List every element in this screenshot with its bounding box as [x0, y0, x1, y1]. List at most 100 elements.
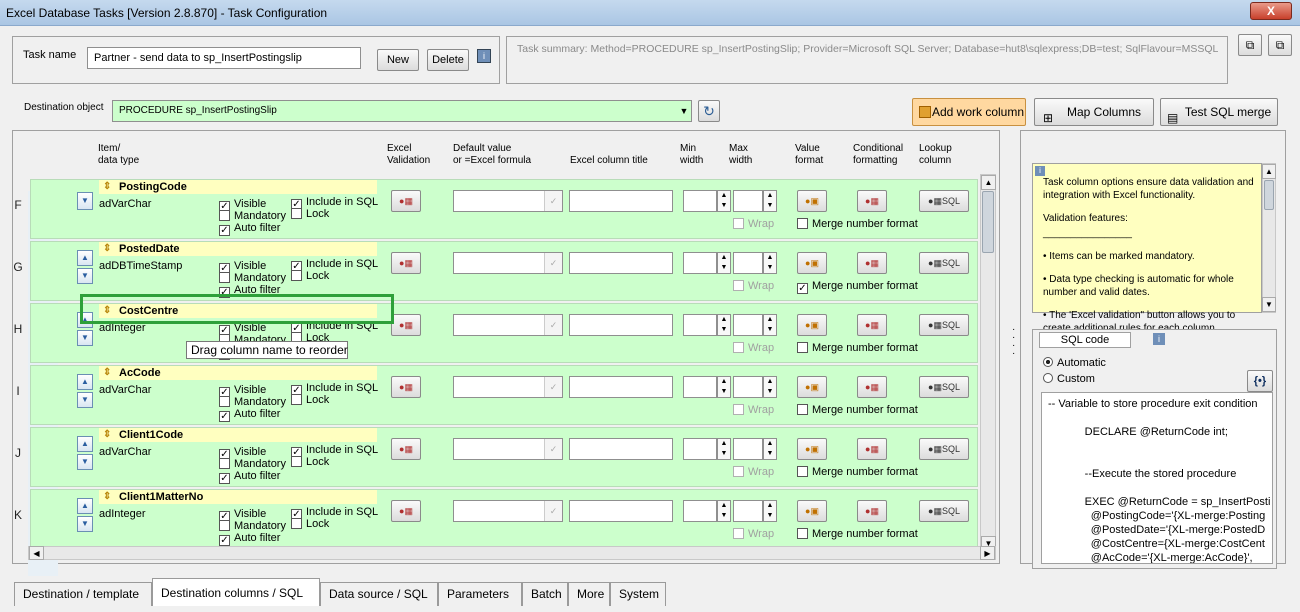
lookup-column-button[interactable]: ●▦SQL — [919, 438, 969, 460]
wrap-checkbox[interactable]: Wrap — [733, 466, 774, 478]
conditional-formatting-button[interactable]: ●▦ — [857, 252, 887, 274]
tab-system[interactable]: System — [610, 582, 666, 606]
chevron-down-icon[interactable]: ✓ — [544, 315, 562, 335]
info-icon[interactable]: i — [1153, 333, 1165, 345]
auto-filter-checkbox[interactable]: ✓ Auto filter — [219, 532, 280, 546]
move-down-icon[interactable]: ▼ — [77, 192, 93, 210]
merge-number-format-checkbox[interactable]: Merge number format — [797, 466, 918, 478]
min-width-spinner[interactable]: ▲ ▼ — [717, 252, 731, 274]
excel-column-title-input[interactable] — [569, 438, 673, 460]
scroll-up-icon[interactable]: ▲ — [981, 175, 996, 190]
new-button[interactable]: New — [377, 49, 419, 71]
value-format-button[interactable]: ●▣ — [797, 376, 827, 398]
lock-checkbox[interactable]: Lock — [291, 394, 329, 406]
field-name[interactable]: ⇕ Client1Code — [99, 428, 377, 442]
sql-code-tab[interactable]: SQL code — [1039, 332, 1131, 348]
wrap-checkbox[interactable]: Wrap — [733, 342, 774, 354]
excel-validation-button[interactable]: ●▦ — [391, 252, 421, 274]
task-name-input[interactable]: Partner - send data to sp_InsertPostings… — [87, 47, 361, 69]
max-width-input[interactable] — [733, 252, 763, 274]
field-name[interactable]: ⇕ PostingCode — [99, 180, 377, 194]
min-width-input[interactable] — [683, 500, 717, 522]
destination-object-select[interactable]: PROCEDURE sp_InsertPostingSlip — [112, 100, 692, 122]
wrap-checkbox[interactable]: Wrap — [733, 528, 774, 540]
lock-checkbox[interactable]: Lock — [291, 270, 329, 282]
move-up-icon[interactable]: ▲ — [77, 436, 93, 452]
excel-validation-button[interactable]: ●▦ — [391, 376, 421, 398]
lock-checkbox[interactable]: Lock — [291, 456, 329, 468]
tab-batch[interactable]: Batch — [522, 582, 568, 606]
default-value-combo[interactable]: ✓ — [453, 252, 563, 274]
excel-validation-button[interactable]: ●▦ — [391, 190, 421, 212]
map-columns-button[interactable]: ⊞ Map Columns — [1034, 98, 1154, 126]
max-width-spinner[interactable]: ▲ ▼ — [763, 190, 777, 212]
wrap-checkbox[interactable]: Wrap — [733, 280, 774, 292]
min-width-spinner[interactable]: ▲ ▼ — [717, 190, 731, 212]
mandatory-checkbox[interactable]: Mandatory — [219, 272, 286, 284]
max-width-input[interactable] — [733, 314, 763, 336]
help-scrollbar[interactable]: ▲ ▼ — [1262, 163, 1276, 313]
help-scroll-down-icon[interactable]: ▼ — [1262, 297, 1276, 312]
value-format-button[interactable]: ●▣ — [797, 314, 827, 336]
field-name[interactable]: ⇕ AcCode — [99, 366, 377, 380]
min-width-spinner[interactable]: ▲ ▼ — [717, 500, 731, 522]
custom-radio[interactable]: Custom — [1043, 373, 1095, 385]
tab-data-source[interactable]: Data source / SQL — [320, 582, 438, 606]
insert-field-button[interactable]: {•} — [1247, 370, 1273, 392]
sql-code-text[interactable]: -- Variable to store procedure exit cond… — [1041, 392, 1273, 564]
splitter-handle[interactable]: · · · · — [1012, 325, 1016, 366]
min-width-input[interactable] — [683, 190, 717, 212]
merge-number-format-checkbox[interactable]: Merge number format — [797, 218, 918, 230]
merge-number-format-checkbox[interactable]: ✓ Merge number format — [797, 280, 918, 294]
conditional-formatting-button[interactable]: ●▦ — [857, 376, 887, 398]
rows-scrollbar[interactable]: ▲ ▼ — [980, 174, 996, 552]
mandatory-checkbox[interactable]: Mandatory — [219, 520, 286, 532]
tab-destination-columns[interactable]: Destination columns / SQL — [152, 578, 320, 606]
tab-parameters[interactable]: Parameters — [438, 582, 522, 606]
help-scroll-up-icon[interactable]: ▲ — [1262, 164, 1276, 179]
auto-filter-checkbox[interactable]: ✓ Auto filter — [219, 222, 280, 236]
horizontal-scrollbar[interactable]: ◀ ▶ — [28, 546, 996, 560]
default-value-combo[interactable]: ✓ — [453, 500, 563, 522]
excel-validation-button[interactable]: ●▦ — [391, 500, 421, 522]
max-width-spinner[interactable]: ▲ ▼ — [763, 314, 777, 336]
add-work-column-button[interactable]: Add work column — [912, 98, 1026, 126]
excel-column-title-input[interactable] — [569, 252, 673, 274]
excel-column-title-input[interactable] — [569, 190, 673, 212]
tab-destination-template[interactable]: Destination / template — [14, 582, 152, 606]
lock-checkbox[interactable]: Lock — [291, 208, 329, 220]
move-down-icon[interactable]: ▼ — [77, 454, 93, 470]
scroll-left-icon[interactable]: ◀ — [29, 546, 44, 560]
default-value-combo[interactable]: ✓ — [453, 190, 563, 212]
automatic-radio[interactable]: Automatic — [1043, 357, 1106, 369]
chevron-down-icon[interactable]: ✓ — [544, 191, 562, 211]
move-down-icon[interactable]: ▼ — [77, 268, 93, 284]
scroll-thumb[interactable] — [982, 191, 994, 253]
auto-filter-checkbox[interactable]: ✓ Auto filter — [219, 470, 280, 484]
field-name[interactable]: ⇕ PostedDate — [99, 242, 377, 256]
popout-icon[interactable]: ⧉ — [1268, 34, 1292, 56]
test-sql-merge-button[interactable]: ▤ Test SQL merge — [1160, 98, 1278, 126]
default-value-combo[interactable]: ✓ — [453, 314, 563, 336]
auto-filter-checkbox[interactable]: ✓ Auto filter — [219, 408, 280, 422]
excel-validation-button[interactable]: ●▦ — [391, 314, 421, 336]
max-width-spinner[interactable]: ▲ ▼ — [763, 438, 777, 460]
lookup-column-button[interactable]: ●▦SQL — [919, 314, 969, 336]
conditional-formatting-button[interactable]: ●▦ — [857, 314, 887, 336]
mandatory-checkbox[interactable]: Mandatory — [219, 458, 286, 470]
min-width-spinner[interactable]: ▲ ▼ — [717, 314, 731, 336]
excel-column-title-input[interactable] — [569, 500, 673, 522]
wrap-checkbox[interactable]: Wrap — [733, 404, 774, 416]
lookup-column-button[interactable]: ●▦SQL — [919, 376, 969, 398]
merge-number-format-checkbox[interactable]: Merge number format — [797, 528, 918, 540]
conditional-formatting-button[interactable]: ●▦ — [857, 500, 887, 522]
lookup-column-button[interactable]: ●▦SQL — [919, 190, 969, 212]
move-down-icon[interactable]: ▼ — [77, 330, 93, 346]
min-width-spinner[interactable]: ▲ ▼ — [717, 376, 731, 398]
default-value-combo[interactable]: ✓ — [453, 376, 563, 398]
lock-checkbox[interactable]: Lock — [291, 518, 329, 530]
chevron-down-icon[interactable]: ✓ — [544, 501, 562, 521]
max-width-input[interactable] — [733, 438, 763, 460]
min-width-spinner[interactable]: ▲ ▼ — [717, 438, 731, 460]
tab-more[interactable]: More — [568, 582, 610, 606]
